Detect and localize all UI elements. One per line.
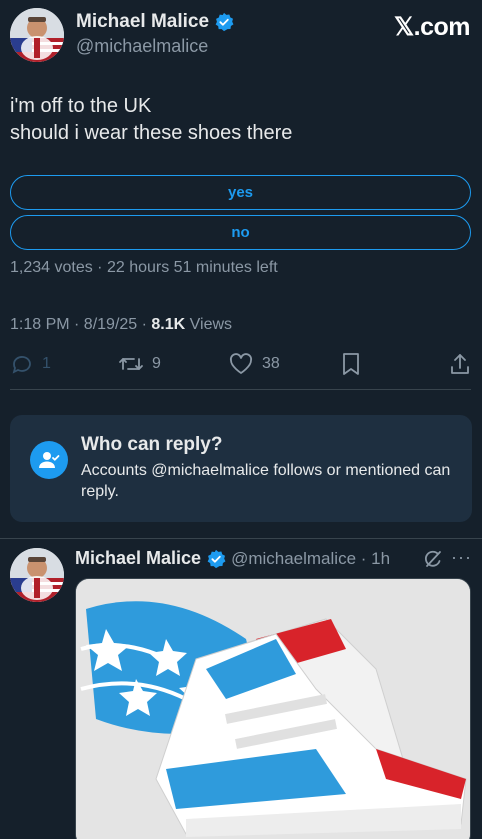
- author-handle[interactable]: @michaelmalice: [76, 36, 208, 57]
- reply-restriction-description: Accounts @michaelmalice follows or menti…: [81, 462, 451, 500]
- x-logo: 𝕏.com: [394, 13, 471, 41]
- thread-separator: [0, 538, 482, 539]
- reply-restriction-panel: Who can reply? Accounts @michaelmalice f…: [10, 415, 472, 522]
- reply-count: 1: [42, 355, 51, 372]
- like-button[interactable]: 38: [228, 352, 280, 376]
- like-icon: [228, 352, 254, 376]
- reply-button[interactable]: 1: [10, 352, 51, 376]
- tweet-line: i'm off to the UK: [10, 95, 152, 117]
- verified-badge-icon: [206, 549, 226, 569]
- time-date[interactable]: 1:18 PM · 8/19/25 ·: [10, 316, 151, 333]
- retweet-icon: [118, 352, 144, 376]
- like-count: 38: [262, 355, 280, 372]
- views-label: Views: [185, 316, 233, 333]
- poll-meta: 1,234 votes · 22 hours 51 minutes left: [10, 259, 278, 276]
- tweet-header: Michael Malice @michaelmalice 𝕏.com: [10, 8, 472, 64]
- reply-icon: [10, 352, 34, 376]
- bookmark-button[interactable]: [340, 352, 362, 376]
- grok-icon[interactable]: [423, 549, 443, 574]
- reply-tweet-header: Michael Malice @michaelmalice · 1h: [75, 548, 390, 569]
- more-icon[interactable]: ···: [451, 547, 472, 568]
- divider: [10, 389, 471, 390]
- bookmark-icon: [340, 352, 362, 376]
- poll-option-yes[interactable]: yes: [10, 175, 471, 210]
- add-person-icon: [30, 441, 68, 479]
- reply-author-handle-time[interactable]: @michaelmalice · 1h: [231, 549, 390, 569]
- shoe-photo[interactable]: [75, 578, 471, 839]
- tweet-text: i'm off to the UK should i wear these sh…: [10, 93, 292, 147]
- tweet-line: should i wear these shoes there: [10, 122, 293, 144]
- retweet-button[interactable]: 9: [118, 352, 161, 376]
- tweet-page: Michael Malice @michaelmalice 𝕏.com i'm …: [0, 0, 482, 839]
- tweet-timestamp: 1:18 PM · 8/19/25 · 8.1K Views: [10, 316, 232, 334]
- reply-author-name[interactable]: Michael Malice: [75, 548, 201, 569]
- share-icon: [449, 352, 471, 376]
- avatar[interactable]: [10, 548, 64, 602]
- views-count: 8.1K: [151, 316, 186, 333]
- avatar[interactable]: [10, 8, 64, 62]
- reply-restriction-title: Who can reply?: [81, 434, 223, 455]
- author-display-name[interactable]: Michael Malice: [76, 11, 209, 33]
- poll-option-no[interactable]: no: [10, 215, 471, 250]
- tweet-actions: 1 9 38: [10, 352, 471, 384]
- retweet-count: 9: [152, 355, 161, 372]
- share-button[interactable]: [449, 352, 471, 376]
- verified-badge-icon: [214, 12, 234, 32]
- author-name-row: Michael Malice: [76, 11, 234, 33]
